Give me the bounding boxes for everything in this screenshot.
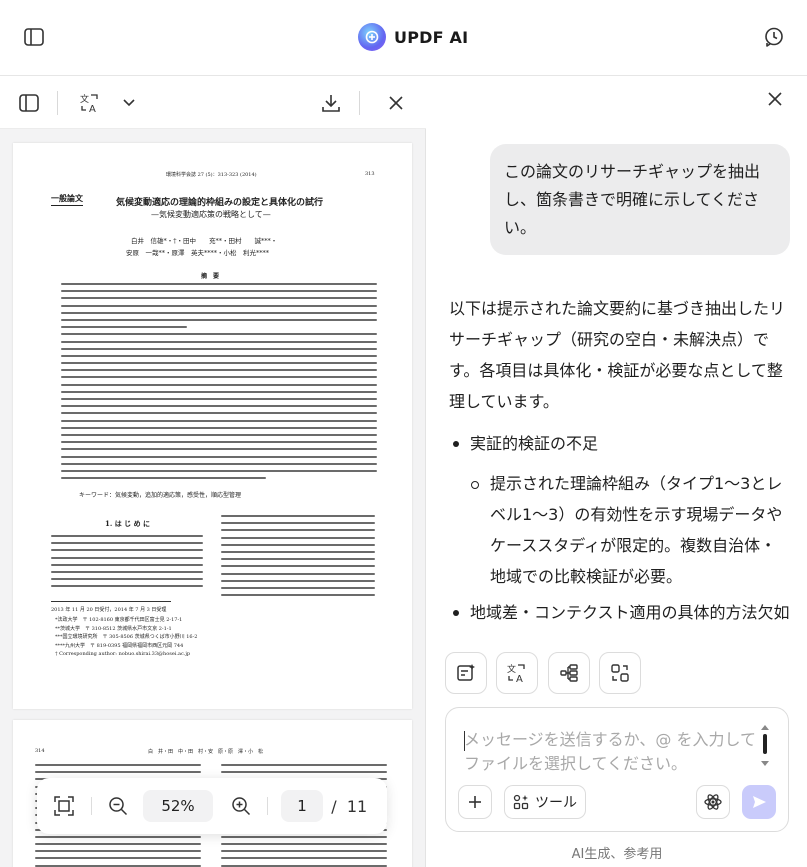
- atom-icon: [704, 794, 722, 810]
- intro-column-left: [51, 535, 203, 593]
- abstract-heading: 摘 要: [201, 273, 220, 280]
- bullet-marker: [453, 610, 459, 616]
- document-viewer: 文A 環境科学会誌 27 (5)：313-323 (2014) 313 一般論文…: [0, 77, 426, 867]
- journal-header: 環境科学会誌 27 (5)：313-323 (2014): [166, 172, 257, 178]
- user-message: この論文のリサーチギャップを抽出し、箇条書きで明確に示してください。: [490, 144, 790, 255]
- bullet-marker: [453, 441, 459, 447]
- authors-line-2: 安原 一哉**・原澤 英夫****・小松 利光****: [126, 249, 269, 257]
- affiliation: **茨城大学 〒 310-8512 茨城県水戸市文京 2-1-1: [55, 625, 172, 632]
- translate-action-button[interactable]: 文A: [496, 652, 538, 694]
- translate-icon: 文A: [507, 663, 525, 684]
- translate-icon[interactable]: 文A: [78, 91, 102, 115]
- introduction-heading: 1. は じ め に: [105, 519, 151, 528]
- app-title: UPDF AI: [394, 27, 469, 47]
- ai-bullet-1-title: 実証的検証の不足: [470, 434, 599, 453]
- affiliation: ****九州大学 〒 819-0395 福岡県福岡市西区元岡 744: [55, 642, 184, 649]
- svg-text:文: 文: [80, 93, 89, 105]
- toolbar-divider: [57, 91, 58, 115]
- send-button[interactable]: [742, 785, 776, 819]
- affiliation: † Corresponding author: nobuo.shirai.33@…: [55, 651, 191, 658]
- pdf-page-1: 環境科学会誌 27 (5)：313-323 (2014) 313 一般論文 気候…: [13, 143, 412, 709]
- footnote-divider: [51, 601, 171, 602]
- download-icon[interactable]: [319, 91, 343, 115]
- summarize-icon: [457, 664, 475, 681]
- summarize-action-button[interactable]: [445, 652, 487, 694]
- svg-text:A: A: [89, 104, 96, 114]
- sub-bullet-marker: [471, 481, 479, 489]
- close-viewer-icon[interactable]: [384, 91, 408, 115]
- tools-label: ツール: [535, 795, 577, 811]
- send-icon: [753, 796, 766, 808]
- page-separator: /: [331, 796, 337, 816]
- paper-subtitle: —気候変動適応策の戦略として—: [151, 210, 271, 219]
- sidebar-toggle-icon[interactable]: [22, 25, 46, 49]
- message-input[interactable]: メッセージを送信するか、@ を入力してファイルを選択してください。: [464, 728, 764, 776]
- authors-line-1: 白井 信雄*・†・田中 充**・田村 誠***・: [131, 237, 278, 245]
- toolbar-divider: [359, 91, 360, 115]
- viewer-toolbar: 文A: [0, 77, 426, 129]
- affiliations: *法政大学 〒 102-8160 東京都千代田区富士見 2-17-1 **茨城大…: [55, 616, 197, 659]
- tools-button[interactable]: ツール: [504, 785, 586, 819]
- current-page-input[interactable]: 1: [281, 790, 323, 822]
- explain-icon: [611, 664, 629, 682]
- input-scrollbar[interactable]: [760, 724, 770, 768]
- close-chat-icon[interactable]: [763, 87, 787, 111]
- mindmap-action-button[interactable]: [548, 652, 590, 694]
- model-select-button[interactable]: [696, 785, 730, 819]
- ai-response-intro: 以下は提示された論文要約に基づき抽出したリサーチギャップ（研究の空白・未解決点）…: [449, 299, 786, 411]
- zoom-out-icon[interactable]: [106, 794, 130, 818]
- ai-bullet-2-title: 地域差・コンテクスト適用の具体的方法欠如: [470, 603, 790, 622]
- svg-text:文: 文: [507, 663, 516, 675]
- abstract-body: [61, 283, 377, 484]
- received-date: 2013 年 11 月 20 日受付，2014 年 7 月 3 日受理: [51, 607, 167, 613]
- mindmap-icon: [560, 664, 578, 682]
- tools-icon: [513, 794, 529, 810]
- zoom-divider: [91, 797, 92, 815]
- ai-disclaimer: AI生成、参考用: [571, 847, 663, 862]
- attach-button[interactable]: [458, 785, 492, 819]
- affiliation: ***国立環境研究所 〒 305-8506 茨城県つくば市小野川 16-2: [55, 634, 198, 641]
- fit-page-icon[interactable]: [52, 794, 76, 818]
- intro-column-right: [221, 515, 375, 601]
- message-composer: メッセージを送信するか、@ を入力してファイルを選択してください。 ツール: [445, 707, 789, 832]
- ai-chat-panel: この論文のリサーチギャップを抽出し、箇条書きで明確に示してください。 以下は提示…: [427, 77, 807, 867]
- zoom-divider: [267, 797, 268, 815]
- paper-title: 気候変動適応の理論的枠組みの設定と具体化の試行: [116, 198, 324, 208]
- page-number: 314: [35, 748, 45, 754]
- total-pages: 11: [346, 796, 368, 816]
- text-caret: [464, 731, 465, 751]
- ai-bullet-1-detail: 提示された理論枠組み（タイプ1〜3とレベル1〜3）の有効性を示す現場データやケー…: [490, 474, 783, 586]
- chevron-down-icon[interactable]: [117, 91, 141, 115]
- plus-icon: [469, 796, 481, 808]
- history-icon[interactable]: [762, 25, 786, 49]
- zoom-level[interactable]: 52%: [143, 790, 213, 822]
- explain-action-button[interactable]: [599, 652, 641, 694]
- top-bar: UPDF AI: [0, 0, 807, 76]
- thumbnail-panel-icon[interactable]: [17, 91, 41, 115]
- page-number: 313: [365, 171, 375, 177]
- affiliation: *法政大学 〒 102-8160 東京都千代田区富士見 2-17-1: [55, 617, 183, 623]
- svg-text:A: A: [516, 674, 523, 684]
- zoom-in-icon[interactable]: [229, 794, 253, 818]
- updf-ai-logo-icon: [358, 23, 386, 51]
- zoom-pagination-bar: 52% 1 / 11: [37, 778, 387, 834]
- keywords: キーワード：気候変動，追加的適応策，感受性，順応型管理: [79, 492, 242, 499]
- article-category: 一般論文: [51, 193, 83, 206]
- brand: UPDF AI: [358, 22, 468, 52]
- running-head: 白 井・田 中・田 村・安 原・原 澤・小 松: [148, 749, 264, 755]
